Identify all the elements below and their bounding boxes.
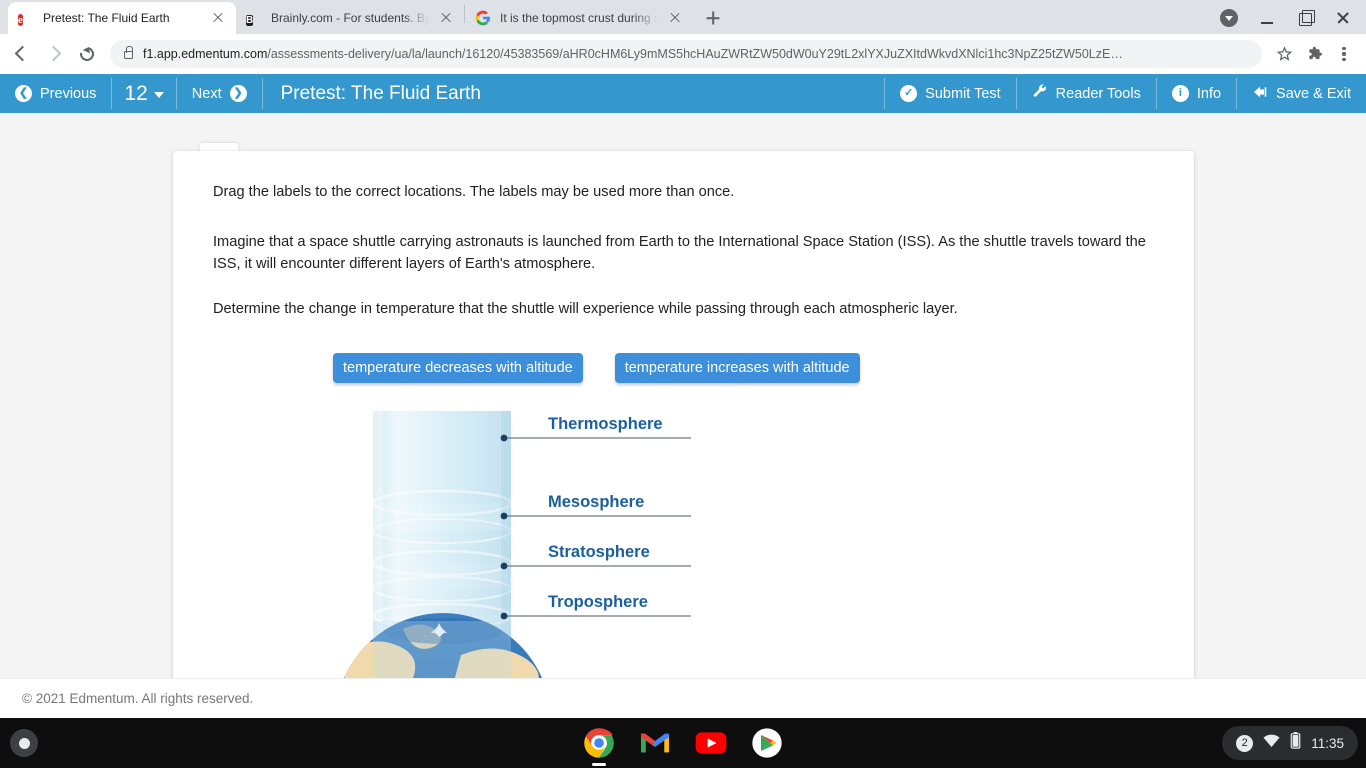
url-host: f1.app.edmentum.com: [143, 47, 268, 61]
browser-tab-2[interactable]: B Brainly.com - For students. By st: [236, 2, 464, 34]
question-instruction: Drag the labels to the correct locations…: [213, 184, 735, 200]
url-text: f1.app.edmentum.com/assessments-delivery…: [143, 47, 1123, 61]
forward-button[interactable]: [40, 39, 70, 69]
arrow-left-circle-icon: ❮: [15, 85, 32, 102]
previous-label: Previous: [40, 85, 97, 102]
page-title: Pretest: The Fluid Earth: [280, 82, 481, 104]
submit-test-button[interactable]: ✓ Submit Test: [885, 74, 1016, 113]
check-circle-icon: ✓: [900, 85, 918, 102]
minimize-button[interactable]: [1250, 5, 1284, 31]
tab-title: Brainly.com - For students. By st: [271, 11, 429, 25]
question-content-area: Drag the labels to the correct locations…: [0, 113, 1366, 718]
reader-tools-label: Reader Tools: [1055, 85, 1141, 102]
window-controls: [1220, 5, 1360, 31]
launcher-button[interactable]: [10, 729, 38, 757]
question-paragraph: Imagine that a space shuttle carrying as…: [213, 233, 1146, 273]
close-icon[interactable]: [210, 10, 226, 26]
exit-arrow-icon: [1252, 84, 1268, 104]
save-and-exit-button[interactable]: Save & Exit: [1237, 74, 1366, 113]
shelf-app-list: [583, 727, 783, 766]
browser-tab-1[interactable]: e Pretest: The Fluid Earth: [8, 2, 236, 34]
layer-label-thermosphere: Thermosphere: [548, 415, 663, 434]
submit-test-label: Submit Test: [925, 85, 1001, 102]
browser-toolbar: f1.app.edmentum.com/assessments-delivery…: [0, 34, 1366, 74]
browser-window: e Pretest: The Fluid Earth B Brainly.com…: [0, 0, 1366, 718]
layer-label-mesosphere: Mesosphere: [548, 493, 645, 512]
drag-label-temperature-decreases[interactable]: temperature decreases with altitude: [333, 353, 583, 384]
wifi-icon[interactable]: [1263, 734, 1280, 753]
maximize-button[interactable]: [1288, 5, 1322, 31]
info-circle-icon: i: [1171, 85, 1189, 102]
lock-icon: [124, 46, 134, 59]
play-store-app-icon[interactable]: [751, 727, 783, 759]
tab-title: It is the topmost crust during su: [500, 11, 658, 25]
layer-label-stratosphere: Stratosphere: [548, 543, 650, 562]
window-close-button[interactable]: [1326, 5, 1360, 31]
page-number-dropdown[interactable]: 12: [112, 74, 175, 113]
battery-icon[interactable]: [1290, 732, 1301, 754]
extensions-puzzle-icon[interactable]: [1300, 40, 1328, 68]
new-tab-button[interactable]: [699, 4, 727, 32]
app-footer: © 2021 Edmentum. All rights reserved.: [0, 678, 1366, 718]
reader-tools-button[interactable]: Reader Tools: [1017, 74, 1156, 113]
google-icon: [475, 10, 491, 26]
wrench-icon: [1032, 84, 1048, 104]
chrome-app-icon[interactable]: [583, 727, 615, 766]
gmail-app-icon[interactable]: [639, 727, 671, 759]
close-icon[interactable]: [438, 10, 454, 26]
chromeos-shelf: 2 11:35: [0, 718, 1366, 768]
close-icon[interactable]: [667, 10, 683, 26]
next-label: Next: [191, 85, 222, 102]
next-button[interactable]: Next ❯: [177, 74, 262, 113]
chevron-down-icon: [153, 92, 164, 98]
drag-label-temperature-increases[interactable]: temperature increases with altitude: [614, 353, 860, 384]
draggable-label-bank: temperature decreases with altitude temp…: [333, 353, 1154, 384]
info-button[interactable]: i Info: [1157, 74, 1236, 113]
system-tray[interactable]: 2 11:35: [1222, 726, 1358, 760]
url-path: /assessments-delivery/ua/la/launch/16120…: [267, 47, 1123, 61]
browser-tab-3[interactable]: It is the topmost crust during su: [465, 2, 693, 34]
assessment-toolbar: ❮ Previous 12 Next ❯ Pretest: The Fluid …: [0, 74, 1366, 113]
running-indicator: [592, 763, 606, 766]
address-bar[interactable]: f1.app.edmentum.com/assessments-delivery…: [110, 40, 1262, 68]
arrow-right-circle-icon: ❯: [229, 85, 247, 102]
back-button[interactable]: [8, 39, 38, 69]
profile-avatar-icon[interactable]: [1220, 9, 1238, 27]
tab-strip: e Pretest: The Fluid Earth B Brainly.com…: [0, 0, 1366, 34]
bookmark-star-icon[interactable]: [1270, 40, 1298, 68]
previous-button[interactable]: ❮ Previous: [0, 74, 111, 113]
edmentum-icon: e: [18, 14, 23, 26]
atmosphere-diagram: Thermosphere Mesosphere Stratosphere Tro…: [343, 403, 863, 704]
copyright-text: © 2021 Edmentum. All rights reserved.: [22, 691, 254, 706]
edmentum-assessment-app: ❮ Previous 12 Next ❯ Pretest: The Fluid …: [0, 74, 1366, 718]
question-prompt: Determine the change in temperature that…: [213, 300, 958, 317]
layer-label-troposphere: Troposphere: [548, 593, 648, 612]
notification-count-badge[interactable]: 2: [1236, 734, 1254, 752]
brainly-icon: B: [246, 15, 254, 26]
info-label: Info: [1196, 85, 1222, 102]
chrome-menu-icon[interactable]: [1330, 40, 1358, 68]
page-number-value: 12: [124, 81, 148, 105]
youtube-app-icon[interactable]: [695, 727, 727, 759]
reload-button[interactable]: [72, 39, 102, 69]
save-and-exit-label: Save & Exit: [1276, 85, 1351, 102]
tab-title: Pretest: The Fluid Earth: [43, 11, 170, 25]
toolbar-actions: ✓ Submit Test Reader Tools i Info Save &…: [884, 74, 1366, 113]
clock-time[interactable]: 11:35: [1311, 736, 1344, 751]
question-card: Drag the labels to the correct locations…: [173, 151, 1194, 704]
